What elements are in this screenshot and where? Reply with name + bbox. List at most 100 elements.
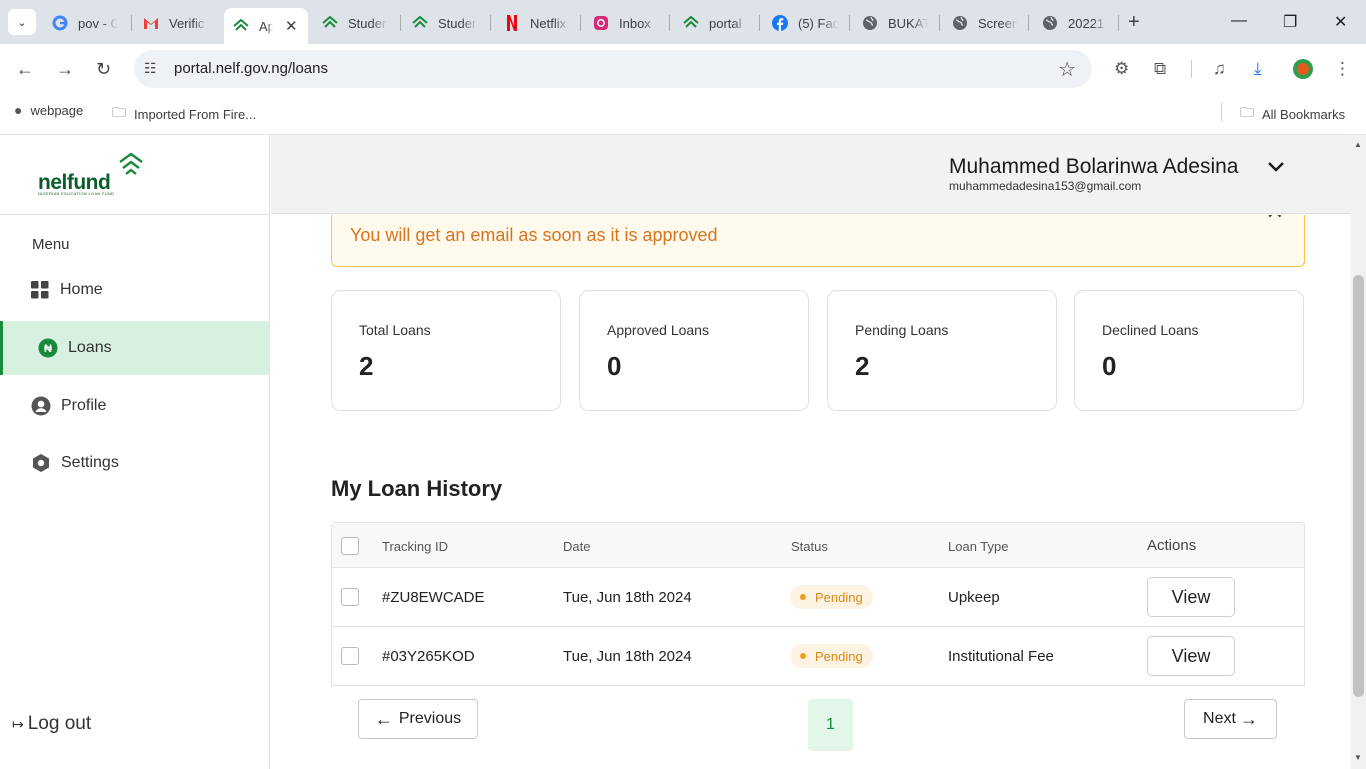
top-header: Muhammed Bolarinwa Adesina muhammedadesi… (271, 135, 1351, 214)
close-window-icon[interactable]: ✕ (1334, 12, 1347, 32)
minimize-icon[interactable]: — (1231, 12, 1247, 30)
restore-icon[interactable]: ❐ (1283, 12, 1297, 32)
column-header: Loan Type (948, 539, 1009, 554)
close-icon[interactable]: ✕ (1266, 215, 1284, 225)
page-number[interactable]: 1 (808, 699, 853, 751)
bookmark-label: webpage (30, 102, 84, 118)
logout-label: Log out (27, 713, 92, 734)
logout-icon: ↦ (12, 715, 24, 732)
row-checkbox[interactable] (341, 588, 359, 606)
globe-icon (952, 15, 968, 31)
bookmark-item[interactable]: ● webpage (14, 102, 83, 118)
alert-message: You will get an email as soon as it is a… (350, 225, 718, 245)
chevron-down-icon[interactable] (1267, 160, 1285, 178)
folder-icon: 🗀 (1240, 104, 1254, 120)
view-button[interactable]: View (1147, 636, 1235, 676)
nelfund-icon (412, 15, 428, 31)
next-page-button[interactable]: Next → (1184, 699, 1277, 739)
tracking-id: #ZU8EWCADE (382, 589, 485, 606)
browser-tab[interactable]: pov - G (52, 8, 118, 38)
browser-tab-active[interactable]: Ap ✕ (224, 8, 308, 44)
scroll-up-icon[interactable]: ▲ (1354, 140, 1362, 149)
sidebar-item-label: Profile (61, 397, 107, 414)
loan-history-table: Tracking ID Date Status Loan Type Action… (331, 522, 1305, 686)
sidebar-item-settings[interactable]: Settings (0, 436, 270, 490)
browser-tab[interactable]: portal (683, 8, 749, 38)
globe-icon (862, 15, 878, 31)
loan-type: Upkeep (948, 589, 1000, 606)
site-info-icon[interactable]: ☷ (144, 60, 157, 77)
view-button[interactable]: View (1147, 577, 1235, 617)
loan-date: Tue, Jun 18th 2024 (563, 589, 692, 606)
previous-page-button[interactable]: ← Previous (358, 699, 478, 739)
table-header: Tracking ID Date Status Loan Type Action… (332, 523, 1304, 568)
globe-icon: ● (14, 102, 23, 118)
extension-bug-icon[interactable]: ⚙ (1114, 59, 1129, 79)
more-menu-icon[interactable]: ⋮ (1334, 59, 1351, 79)
browser-tab[interactable]: Screen (952, 8, 1018, 38)
browser-tab[interactable]: Netflix (504, 8, 570, 38)
status-badge: Pending (790, 585, 873, 609)
reload-icon[interactable]: ↻ (96, 59, 111, 80)
page-scrollbar[interactable]: ▲ ▼ (1351, 135, 1366, 769)
grid-icon (30, 280, 50, 300)
browser-tab[interactable]: 20221 (1042, 8, 1108, 38)
status-text: Pending (815, 589, 863, 605)
forward-icon[interactable]: → (56, 59, 74, 80)
row-checkbox[interactable] (341, 647, 359, 665)
profile-avatar[interactable] (1293, 59, 1313, 79)
instagram-icon (593, 15, 609, 31)
user-email: muhammedadesina153@gmail.com (949, 179, 1142, 193)
user-name[interactable]: Muhammed Bolarinwa Adesina (949, 155, 1239, 179)
bookmark-label: Imported From Fire... (134, 106, 257, 122)
download-icon[interactable]: ⤓ (1254, 59, 1262, 79)
tab-search-button[interactable]: ⌄ (8, 9, 36, 35)
loan-date: Tue, Jun 18th 2024 (563, 648, 692, 665)
stat-value: 2 (359, 351, 374, 381)
browser-tab-title: Verific (169, 15, 205, 31)
stat-card-total: Total Loans 2 (331, 290, 561, 411)
stat-card-declined: Declined Loans 0 (1074, 290, 1304, 411)
logout-button[interactable]: ↦ Log out (12, 713, 91, 735)
sidebar-item-profile[interactable]: Profile (0, 379, 270, 433)
arrow-left-icon: ← (374, 708, 393, 729)
browser-tab[interactable]: Verific (143, 8, 209, 38)
browser-tab[interactable]: (5) Fac (772, 8, 838, 38)
close-tab-icon[interactable]: ✕ (285, 17, 298, 35)
svg-text:₦: ₦ (44, 343, 52, 355)
browser-tab[interactable]: Studer (322, 8, 388, 38)
menu-heading: Menu (32, 236, 70, 253)
all-bookmarks[interactable]: 🗀 All Bookmarks (1240, 102, 1345, 126)
sidebar-item-label: Loans (68, 339, 112, 356)
address-bar[interactable]: ☷ portal.nelf.gov.ng/loans ☆ (134, 50, 1092, 88)
bookmark-star-icon[interactable]: ☆ (1058, 57, 1076, 82)
extensions-icon[interactable]: ⧉ (1154, 59, 1166, 79)
nelfund-icon (683, 15, 699, 31)
sidebar-item-loans[interactable]: ₦ Loans (0, 321, 270, 375)
browser-tab[interactable]: BUKAT (862, 8, 928, 38)
browser-tab[interactable]: Inbox (593, 8, 659, 38)
browser-tab[interactable]: Studer (412, 8, 478, 38)
browser-tab-title: Studer (348, 15, 387, 31)
stat-value: 0 (1102, 351, 1117, 381)
back-icon[interactable]: ← (16, 59, 34, 80)
gmail-icon (143, 15, 159, 31)
new-tab-icon[interactable]: + (1128, 12, 1140, 32)
arrow-right-icon: → (1239, 708, 1258, 729)
app-root: nelfund NIGERIAN EDUCATION LOAN FUND Men… (0, 134, 1366, 769)
previous-label: Previous (398, 710, 462, 727)
url-text[interactable]: portal.nelf.gov.ng/loans (174, 60, 328, 77)
nelfund-logo[interactable]: nelfund NIGERIAN EDUCATION LOAN FUND (36, 153, 156, 203)
browser-tab-title: Netflix (530, 15, 567, 31)
bookmark-folder[interactable]: 🗀 Imported From Fire... (112, 102, 256, 126)
scrollbar-thumb[interactable] (1353, 275, 1364, 697)
main-content: You will get an email as soon as it is a… (271, 215, 1351, 769)
select-all-checkbox[interactable] (341, 537, 359, 555)
column-header: Actions (1147, 537, 1197, 554)
browser-tab-title: Screen (978, 15, 1018, 31)
sidebar-item-home[interactable]: Home (0, 263, 270, 317)
scroll-down-icon[interactable]: ▼ (1354, 753, 1362, 762)
stat-card-approved: Approved Loans 0 (579, 290, 809, 411)
stat-label: Approved Loans (607, 322, 709, 338)
media-control-icon[interactable]: ♫ (1213, 59, 1226, 79)
